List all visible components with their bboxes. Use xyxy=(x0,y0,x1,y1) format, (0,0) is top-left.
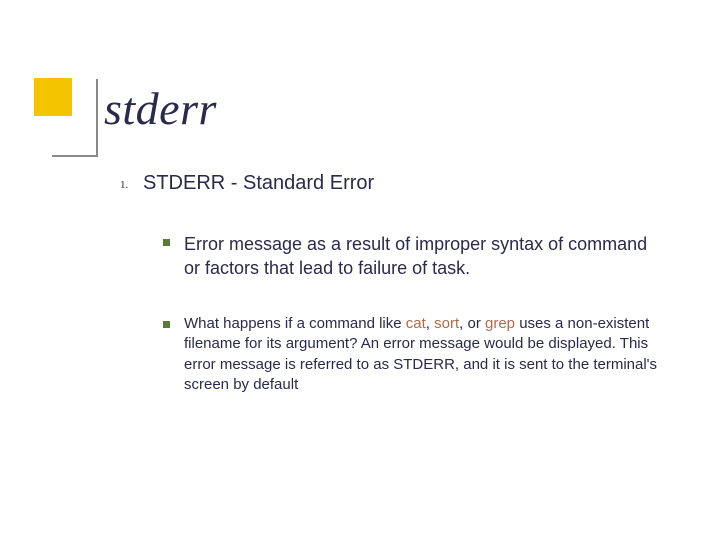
subheading: STDERR - Standard Error xyxy=(143,172,374,195)
square-bullet-icon xyxy=(163,239,170,246)
command-grep: grep xyxy=(485,315,515,332)
slide-title: stderr xyxy=(104,82,217,135)
accent-line-vertical xyxy=(96,79,98,157)
command-sort: sort xyxy=(434,315,459,332)
accent-square xyxy=(34,78,72,116)
bullet-2-text: What happens if a command like cat, sort… xyxy=(184,314,663,395)
square-bullet-icon xyxy=(163,321,170,328)
b2-part-a: What happens if a command like xyxy=(184,315,406,332)
bullet-item-1: Error message as a result of improper sy… xyxy=(163,232,663,281)
command-cat: cat xyxy=(406,315,426,332)
sep-1: , xyxy=(426,315,434,332)
sep-2: , or xyxy=(459,315,485,332)
bullet-item-2: What happens if a command like cat, sort… xyxy=(163,314,663,395)
bullet-1-text: Error message as a result of improper sy… xyxy=(184,232,663,281)
accent-line-horizontal xyxy=(52,155,96,157)
list-number: 1. xyxy=(120,179,128,191)
